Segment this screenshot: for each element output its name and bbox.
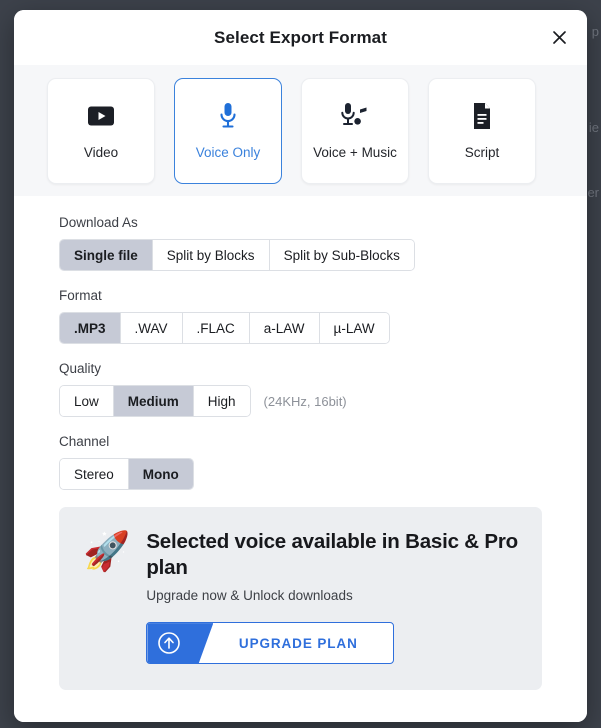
- channel-option-stereo[interactable]: Stereo: [60, 459, 129, 489]
- format-option-mu-law[interactable]: µ-LAW: [319, 313, 389, 343]
- download-as-segmented-control: Single file Split by Blocks Split by Sub…: [59, 239, 415, 271]
- format-option-wav[interactable]: .WAV: [120, 313, 183, 343]
- upgrade-banner-subtitle: Upgrade now & Unlock downloads: [146, 588, 353, 604]
- dialog-header: Select Export Format: [14, 10, 587, 65]
- section-label: Download As: [59, 215, 138, 230]
- section-format: Format .MP3 .WAV .FLAC a-LAW µ-LAW: [59, 288, 542, 344]
- section-label: Format: [59, 288, 102, 303]
- section-label: Quality: [59, 361, 102, 376]
- microphone-icon: [218, 101, 238, 131]
- upgrade-plan-button-label: UPGRADE PLAN: [238, 635, 358, 651]
- upgrade-banner-text: Selected voice available in Basic & Pro …: [146, 529, 518, 665]
- format-option-flac[interactable]: .FLAC: [182, 313, 250, 343]
- format-card-voice-only[interactable]: Voice Only: [174, 77, 282, 184]
- format-segmented-control: .MP3 .WAV .FLAC a-LAW µ-LAW: [59, 312, 390, 344]
- section-download-as: Download As Single file Split by Blocks …: [59, 215, 542, 271]
- document-text-icon: [471, 101, 493, 131]
- quality-option-high[interactable]: High: [193, 386, 250, 416]
- quality-option-low[interactable]: Low: [60, 386, 114, 416]
- format-card-video[interactable]: Video: [47, 77, 155, 184]
- download-as-option-single-file[interactable]: Single file: [60, 240, 153, 270]
- channel-option-mono[interactable]: Mono: [128, 459, 193, 489]
- upgrade-banner-title: Selected voice available in Basic & Pro …: [146, 530, 518, 580]
- quality-segmented-control: Low Medium High: [59, 385, 251, 417]
- format-card-label: Voice + Music: [313, 145, 397, 160]
- background-text-1: p: [591, 24, 599, 39]
- channel-segmented-control: Stereo Mono: [59, 458, 194, 490]
- quality-option-medium[interactable]: Medium: [113, 386, 194, 416]
- format-card-label: Video: [83, 145, 119, 160]
- format-card-script[interactable]: Script: [428, 77, 536, 184]
- section-channel: Channel Stereo Mono: [59, 434, 542, 490]
- export-format-dialog: Select Export Format Video Voice Only Vo…: [14, 10, 587, 722]
- format-card-strip: Video Voice Only Voice + Music Script: [14, 65, 587, 196]
- format-card-label: Script: [464, 145, 500, 160]
- background-text-2: ie: [588, 120, 599, 135]
- download-as-option-split-by-blocks[interactable]: Split by Blocks: [152, 240, 270, 270]
- format-card-voice-music[interactable]: Voice + Music: [301, 77, 409, 184]
- format-option-mp3[interactable]: .MP3: [60, 313, 121, 343]
- section-quality: Quality Low Medium High (24KHz, 16bit): [59, 361, 542, 417]
- quality-hint: (24KHz, 16bit): [263, 393, 347, 409]
- section-label: Channel: [59, 434, 110, 449]
- upgrade-plan-button[interactable]: UPGRADE PLAN: [146, 622, 395, 665]
- download-as-option-split-by-sub-blocks[interactable]: Split by Sub-Blocks: [269, 240, 414, 270]
- microphone-music-note-icon: [339, 101, 371, 131]
- background-text-3: er: [587, 185, 599, 200]
- format-option-a-law[interactable]: a-LAW: [249, 313, 320, 343]
- upgrade-banner: 🚀 Selected voice available in Basic & Pr…: [59, 507, 542, 691]
- dialog-body: Download As Single file Split by Blocks …: [14, 196, 587, 722]
- dialog-title: Select Export Format: [214, 27, 387, 47]
- rocket-icon: 🚀: [83, 531, 131, 573]
- video-play-icon: [87, 101, 115, 131]
- close-icon[interactable]: [545, 24, 573, 52]
- format-card-label: Voice Only: [195, 145, 261, 160]
